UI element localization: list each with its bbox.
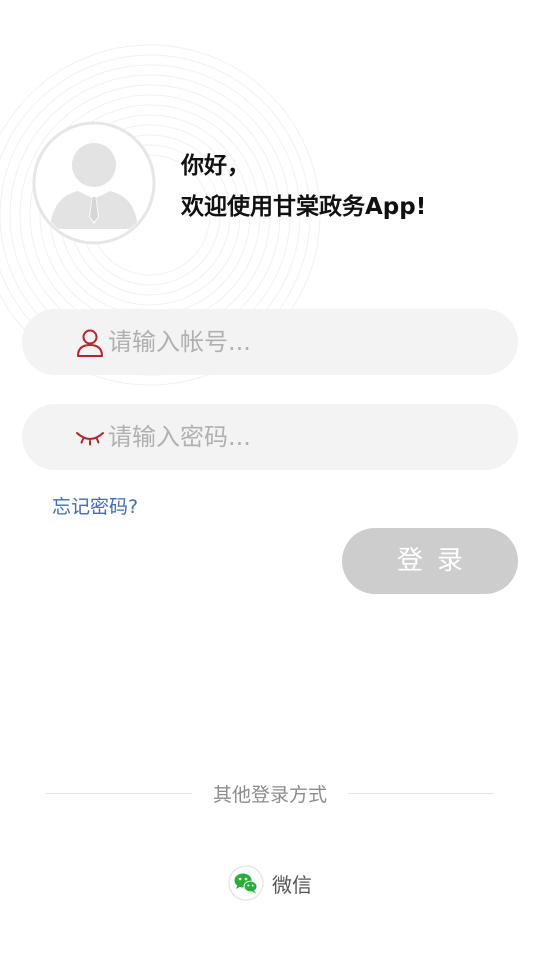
greeting-line2: 欢迎使用甘棠政务App! bbox=[181, 194, 427, 220]
divider-left bbox=[46, 793, 192, 794]
login-button[interactable]: 登录 bbox=[342, 528, 518, 594]
account-field[interactable] bbox=[22, 309, 518, 375]
wechat-label: 微信 bbox=[272, 872, 312, 897]
wechat-login-button[interactable]: 微信 bbox=[228, 865, 312, 901]
avatar bbox=[32, 121, 156, 245]
divider-right bbox=[348, 793, 494, 794]
greeting-text: 你好， 欢迎使用甘棠政务App! bbox=[181, 146, 426, 228]
greeting-line1: 你好， bbox=[181, 153, 250, 179]
forgot-password-link[interactable]: 忘记密码? bbox=[52, 492, 138, 519]
password-field[interactable] bbox=[22, 404, 518, 470]
password-input[interactable] bbox=[108, 404, 498, 470]
account-input[interactable] bbox=[108, 309, 498, 375]
closed-eye-icon[interactable] bbox=[74, 421, 106, 453]
wechat-icon bbox=[228, 865, 264, 901]
default-avatar-icon bbox=[32, 121, 156, 245]
other-login-title: 其他登录方式 bbox=[212, 784, 327, 806]
user-icon bbox=[77, 329, 103, 357]
